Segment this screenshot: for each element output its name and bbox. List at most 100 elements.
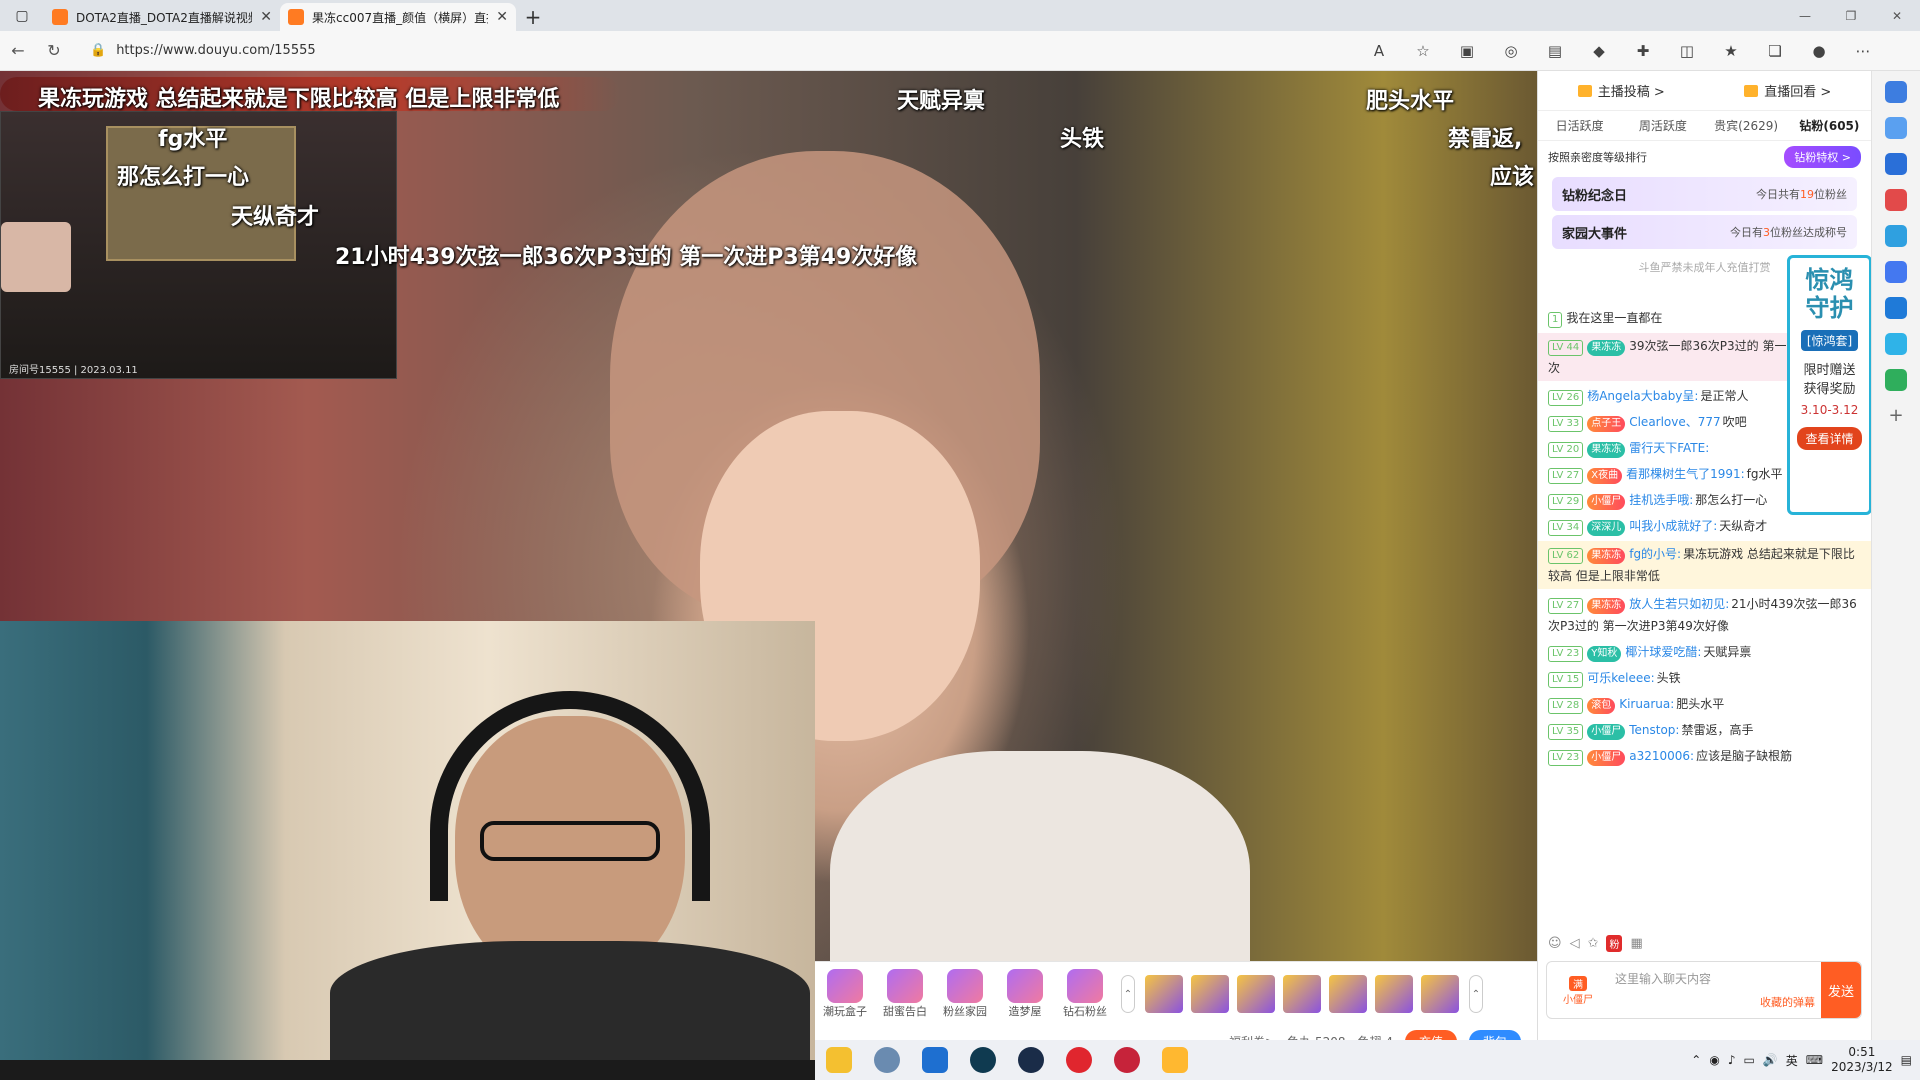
gift-item[interactable]: 潮玩盒子 <box>815 969 875 1019</box>
fan-badge-button[interactable]: 粉 <box>1606 934 1623 952</box>
games-icon[interactable] <box>1885 225 1907 247</box>
send-icon[interactable] <box>1885 333 1907 355</box>
gift-item[interactable]: 粉丝家园 <box>935 969 995 1019</box>
profile-avatar-icon[interactable]: ● <box>1800 36 1838 66</box>
close-window-icon[interactable]: ✕ <box>1874 0 1920 31</box>
tray-expand-icon[interactable]: ⌃ <box>1691 1053 1701 1067</box>
diamond-privilege-button[interactable]: 钻粉特权 > <box>1784 146 1861 168</box>
bing-icon[interactable] <box>1885 117 1907 139</box>
fan-badge: 小僵尸 <box>1587 494 1626 510</box>
app-icon[interactable] <box>963 1040 1003 1080</box>
chat-nickname[interactable]: Tenstop: <box>1629 723 1679 737</box>
chat-nickname[interactable]: 杨Angela大baby呈: <box>1587 389 1698 403</box>
tab-actions-icon[interactable]: ▢ <box>0 0 44 31</box>
gift-pack-icon[interactable] <box>1421 975 1459 1013</box>
keyboard-icon[interactable]: ⌨ <box>1806 1053 1823 1067</box>
tab-close-icon[interactable]: ✕ <box>260 9 272 25</box>
chat-nickname[interactable]: 椰汁球爱吃醋: <box>1625 645 1701 659</box>
file-explorer-icon[interactable] <box>819 1040 859 1080</box>
extensions-puzzle-icon[interactable]: ✚ <box>1624 36 1662 66</box>
extension-icon[interactable]: ▣ <box>1448 36 1486 66</box>
office-icon[interactable] <box>1885 261 1907 283</box>
gift-pack-icon[interactable] <box>1237 975 1275 1013</box>
chat-nickname[interactable]: a3210006: <box>1629 749 1694 763</box>
steam-icon[interactable] <box>1011 1040 1051 1080</box>
outlook-icon[interactable] <box>1885 297 1907 319</box>
tab-weekly[interactable]: 周活跃度 <box>1621 111 1704 140</box>
promo-ad-panel[interactable]: 惊鸿 守护 [惊鸿套] 限时赠送 获得奖励 3.10-3.12 查看详情 <box>1787 255 1872 515</box>
app-icon[interactable] <box>1107 1040 1147 1080</box>
replay-link[interactable]: 直播回看 > <box>1744 81 1831 100</box>
chat-nickname[interactable]: 叫我小成就好了: <box>1629 519 1717 533</box>
extension-icon[interactable]: ◎ <box>1492 36 1530 66</box>
gift-item[interactable]: 钻石粉丝 <box>1055 969 1115 1019</box>
extension-icon[interactable]: ◆ <box>1580 36 1618 66</box>
gift-pack-icon[interactable] <box>1283 975 1321 1013</box>
notification-icon[interactable]: ▤ <box>1901 1053 1912 1067</box>
tools-icon[interactable] <box>1885 189 1907 211</box>
search-icon[interactable] <box>1885 81 1907 103</box>
chat-nickname[interactable]: Kiruarua: <box>1619 697 1674 711</box>
tab-close-icon[interactable]: ✕ <box>496 9 508 25</box>
chat-nickname[interactable]: 挂机选手哦: <box>1629 493 1693 507</box>
ad-details-button[interactable]: 查看详情 <box>1797 427 1862 450</box>
ime-indicator[interactable]: 英 <box>1786 1052 1798 1069</box>
gift-item[interactable]: 造梦屋 <box>995 969 1055 1019</box>
favorite-star-icon[interactable]: ☆ <box>1404 36 1442 66</box>
tree-icon[interactable] <box>1885 369 1907 391</box>
gift-scroll-arrow-icon[interactable]: ⌃ <box>1121 975 1135 1013</box>
collections-icon[interactable]: ❏ <box>1756 36 1794 66</box>
volume-icon[interactable]: 🔊 <box>1763 1053 1778 1067</box>
network-icon[interactable]: ◉ <box>1709 1053 1719 1067</box>
back-icon[interactable]: ← <box>0 33 36 69</box>
url-bar[interactable]: 🔒 https://www.douyu.com/15555 <box>80 36 1350 66</box>
browser-tab-2[interactable]: 果冻cc007直播_颜值（横屏）直播 ✕ <box>280 3 516 31</box>
tab-vip[interactable]: 贵宾(2629) <box>1705 111 1788 140</box>
add-icon[interactable]: + <box>1885 405 1907 427</box>
user-level-badge: LV 20 <box>1548 442 1584 458</box>
douyu-app-icon[interactable] <box>1155 1040 1195 1080</box>
gift-pack-icon[interactable] <box>1145 975 1183 1013</box>
more-menu-icon[interactable]: ⋯ <box>1844 36 1882 66</box>
chat-nickname[interactable]: 放人生若只如初见: <box>1629 597 1729 611</box>
extension-icon[interactable]: ▤ <box>1536 36 1574 66</box>
send-button[interactable]: 发送 <box>1821 962 1861 1018</box>
new-tab-button[interactable]: + <box>516 3 550 31</box>
broadcast-icon[interactable]: ◁ <box>1570 936 1580 951</box>
browser-tab-1[interactable]: DOTA2直播_DOTA2直播解说视频 ✕ <box>44 3 280 31</box>
refresh-icon[interactable]: ↻ <box>36 33 72 69</box>
netease-music-icon[interactable] <box>1059 1040 1099 1080</box>
noble-icon[interactable]: ✩ <box>1588 936 1599 951</box>
chat-nickname[interactable]: 雷行天下FATE: <box>1629 441 1709 455</box>
gift-item[interactable]: 甜蜜告白 <box>875 969 935 1019</box>
shopping-icon[interactable] <box>1885 153 1907 175</box>
clock[interactable]: 0:51 2023/3/12 <box>1831 1045 1893 1075</box>
emoji-icon[interactable]: ☺ <box>1548 936 1562 951</box>
gift-pack-icon[interactable] <box>1375 975 1413 1013</box>
gift-scroll-arrow-icon[interactable]: ⌃ <box>1469 975 1483 1013</box>
gift-pack-icon[interactable] <box>1191 975 1229 1013</box>
chat-input[interactable]: 这里输入聊天内容 收藏的弹幕 <box>1609 962 1821 1018</box>
split-screen-icon[interactable]: ◫ <box>1668 36 1706 66</box>
tab-daily[interactable]: 日活跃度 <box>1538 111 1621 140</box>
read-aloud-icon[interactable]: A <box>1360 36 1398 66</box>
promo-home-event[interactable]: 家园大事件 今日有3位粉丝达成称号 <box>1552 215 1857 249</box>
restore-icon[interactable]: ❐ <box>1828 0 1874 31</box>
promo-anniversary[interactable]: 钻粉纪念日 今日共有19位粉丝 <box>1552 177 1857 211</box>
saved-barrage-link[interactable]: 收藏的弹幕 <box>1760 994 1815 1010</box>
mic-icon[interactable]: ♪ <box>1728 1053 1736 1067</box>
minimize-icon[interactable]: — <box>1782 0 1828 31</box>
tab-diamond[interactable]: 钻粉(605) <box>1788 111 1871 140</box>
chat-nickname[interactable]: 看那棵树生气了1991: <box>1626 467 1745 481</box>
chat-nickname[interactable]: fg的小号: <box>1629 547 1681 561</box>
chat-nickname[interactable]: Clearlove、777 <box>1629 415 1720 429</box>
display-icon[interactable]: ▭ <box>1743 1053 1754 1067</box>
chat-nickname[interactable]: 可乐keleee: <box>1587 671 1654 685</box>
ad-title: 守护 <box>1805 294 1854 322</box>
store-icon[interactable] <box>915 1040 955 1080</box>
settings-filter-icon[interactable]: ▦ <box>1630 936 1642 951</box>
favorites-icon[interactable]: ★ <box>1712 36 1750 66</box>
user-icon[interactable] <box>867 1040 907 1080</box>
submit-video-link[interactable]: 主播投稿 > <box>1577 81 1665 100</box>
gift-pack-icon[interactable] <box>1329 975 1367 1013</box>
